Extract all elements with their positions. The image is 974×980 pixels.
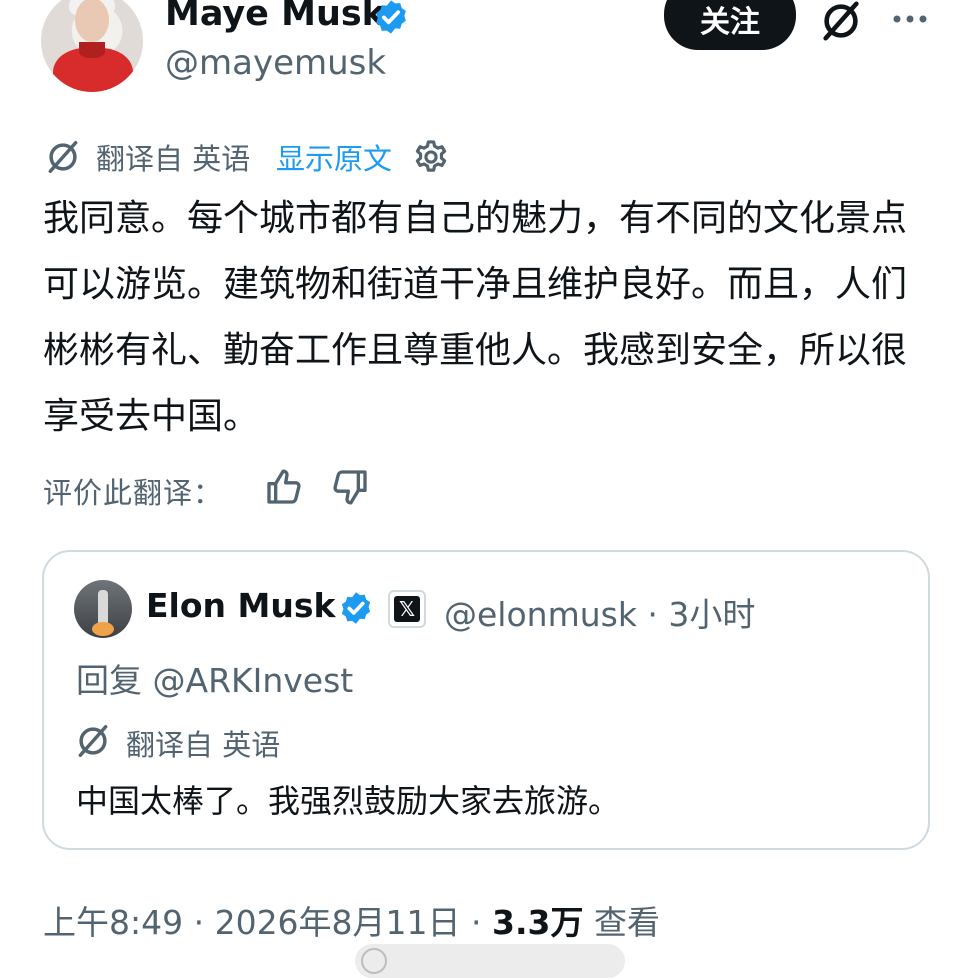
author-avatar[interactable] [41, 0, 143, 92]
timestamp[interactable]: 上午8:49 · 2026年8月11日 · [43, 903, 492, 942]
follow-button[interactable]: 关注 [664, 0, 796, 50]
watermark [355, 944, 625, 978]
quoted-tweet-text: 中国太棒了。我强烈鼓励大家去旅游。 [76, 782, 621, 820]
rate-translation-label: 评价此翻译： [43, 476, 224, 510]
views-count: 3.3万 [492, 903, 584, 942]
verified-badge-icon [376, 0, 406, 34]
grok-icon[interactable] [818, 0, 864, 44]
quoted-handle-time[interactable]: @elonmusk · 3小时 [444, 588, 755, 636]
x-affiliation-icon: 𝕏 [388, 590, 426, 628]
verified-badge-icon [341, 592, 371, 624]
thumbs-down-icon[interactable] [330, 467, 370, 507]
quoted-author-avatar[interactable] [74, 580, 132, 638]
quoted-translated-from-label: 翻译自 英语 [126, 728, 281, 762]
translated-from-label: 翻译自 英语 [96, 142, 251, 176]
reply-to-label: 回复 @ARKInvest [76, 661, 354, 700]
thumbs-up-icon[interactable] [264, 467, 304, 507]
translate-icon [78, 725, 108, 757]
tweet-meta: 上午8:49 · 2026年8月11日 · 3.3万 查看 [43, 896, 660, 944]
author-handle[interactable]: @mayemusk [165, 43, 386, 83]
author-name[interactable]: Maye Musk [165, 0, 385, 34]
views-label: 查看 [593, 903, 660, 942]
show-original-link[interactable]: 显示原文 [276, 136, 392, 178]
watermark-icon [361, 948, 387, 974]
more-options-icon[interactable] [890, 4, 930, 34]
translate-icon [48, 141, 78, 173]
quoted-author-name[interactable]: Elon Musk [146, 586, 335, 625]
gear-icon[interactable] [412, 138, 450, 176]
tweet-text: 我同意。每个城市都有自己的魅力，有不同的文化景点可以游览。建筑物和街道干净且维护… [43, 198, 908, 437]
